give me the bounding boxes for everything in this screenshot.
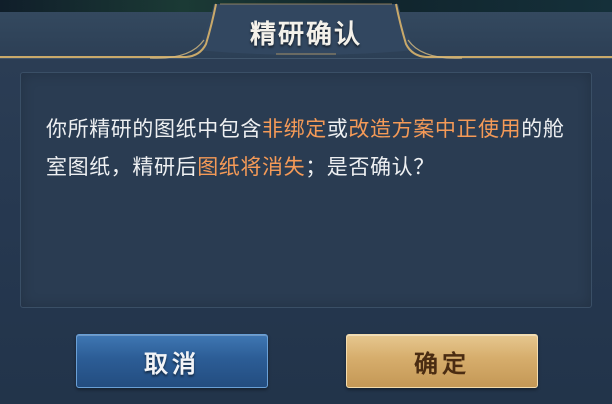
- confirm-message: 你所精研的图纸中包含非绑定或改造方案中正使用的舱室图纸，精研后图纸将消失；是否确…: [46, 110, 576, 186]
- background-strip: [0, 0, 612, 12]
- message-highlight-will-vanish: 图纸将消失: [197, 155, 306, 179]
- confirm-button[interactable]: 确定: [346, 334, 538, 388]
- message-highlight-non-bound: 非绑定: [262, 117, 327, 141]
- dialog-title: 精研确认: [249, 20, 362, 50]
- message-highlight-in-use: 改造方案中正使用: [348, 117, 522, 141]
- confirm-dialog: 精研确认 你所精研的图纸中包含非绑定或改造方案中正使用的舱室图纸，精研后图纸将消…: [0, 0, 612, 404]
- message-text-part: 或: [326, 117, 349, 141]
- message-text-part: 你所精研的图纸中包含: [46, 117, 262, 141]
- message-text-part: ；是否确认？: [305, 155, 435, 179]
- cancel-button[interactable]: 取消: [76, 334, 268, 388]
- message-panel: [20, 72, 592, 308]
